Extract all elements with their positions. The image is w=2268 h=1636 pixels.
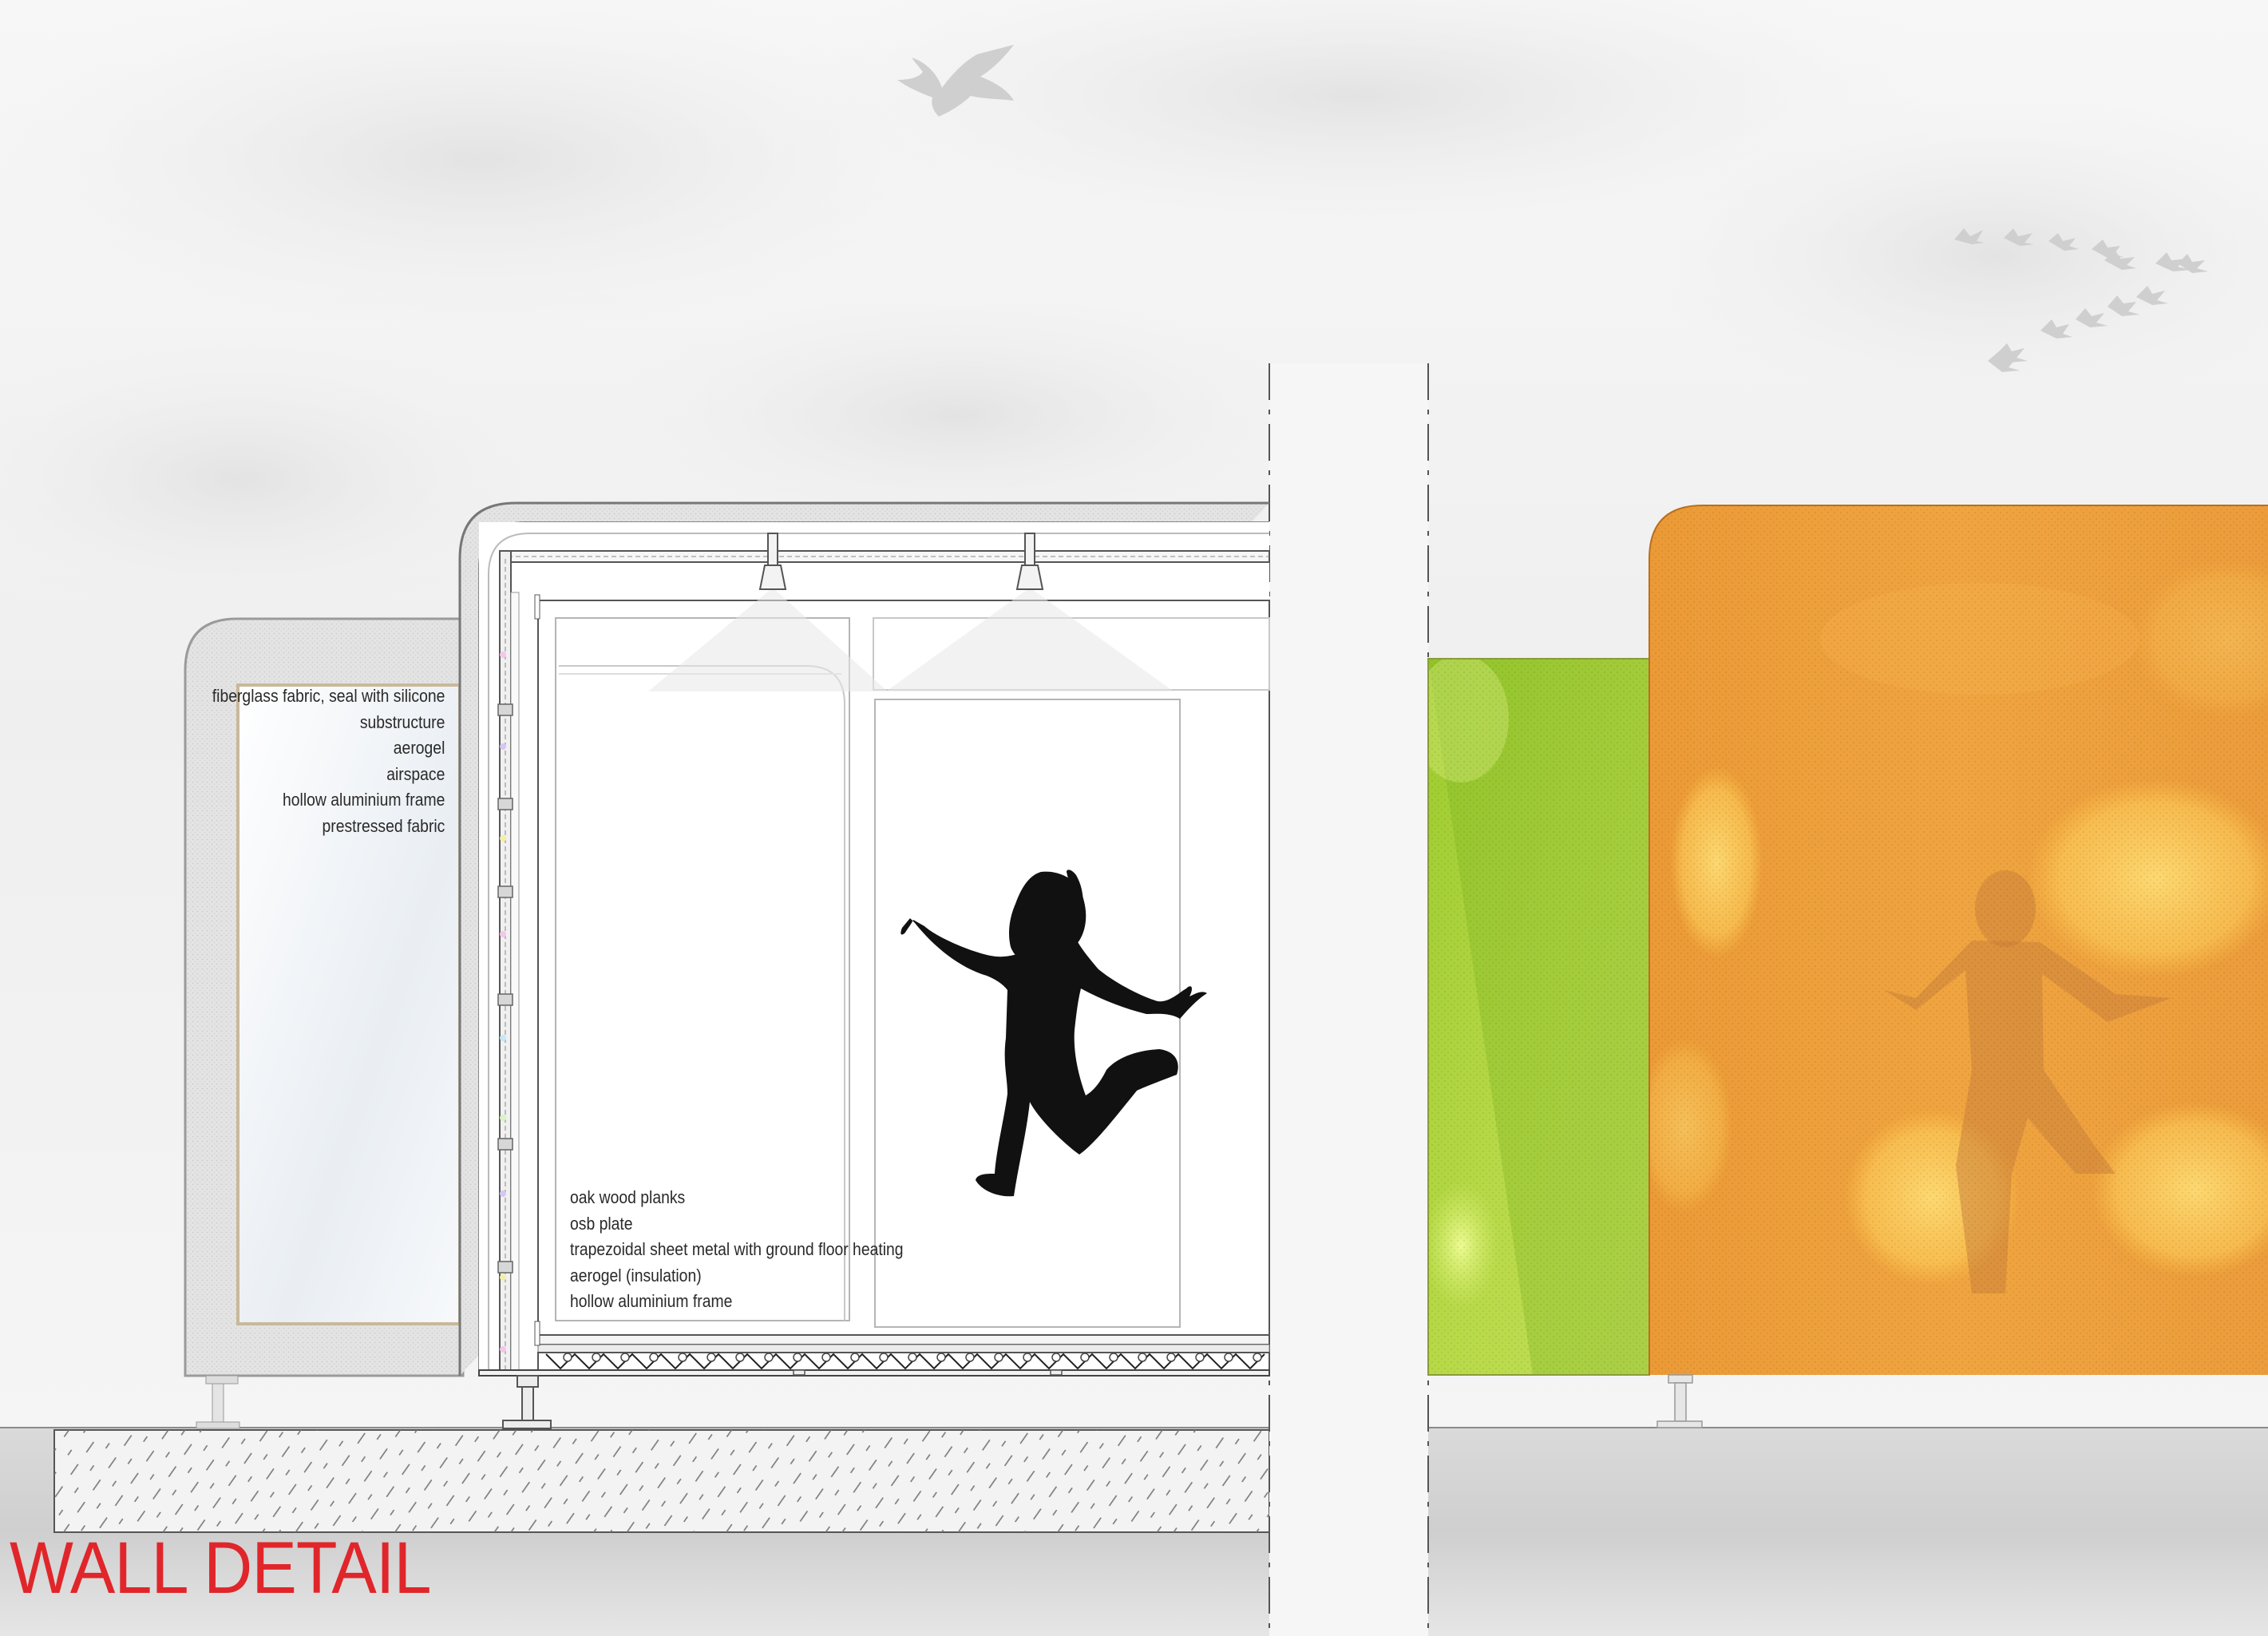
floor-layer-label: hollow aluminium frame — [570, 1291, 733, 1311]
green-panel — [1427, 658, 1650, 1376]
wall-layer-label: aerogel — [393, 738, 445, 758]
drawing-title: WALL DETAIL — [10, 1527, 432, 1609]
wall-layer-label: fiberglass fabric, seal with silicone — [212, 686, 445, 706]
floor-layer-label: osb plate — [570, 1213, 633, 1234]
orange-panel — [1649, 505, 2268, 1428]
wall-detail-drawing: fiberglass fabric, seal with silicone su… — [0, 0, 2268, 1636]
wall-layer-label: substructure — [359, 711, 445, 732]
wall-layer-labels: fiberglass fabric, seal with silicone su… — [212, 683, 445, 839]
floor-layer-labels: oak wood planks osb plate trapezoidal sh… — [570, 1185, 904, 1315]
wall-layer-label: airspace — [386, 763, 445, 784]
floor-layer-label: oak wood planks — [570, 1187, 686, 1207]
floor-layer-label: trapezoidal sheet metal with ground floo… — [570, 1239, 904, 1259]
wall-layer-label: hollow aluminium frame — [282, 790, 445, 810]
wall-layer-label: prestressed fabric — [322, 815, 445, 836]
floor-layer-label: aerogel (insulation) — [570, 1265, 702, 1285]
